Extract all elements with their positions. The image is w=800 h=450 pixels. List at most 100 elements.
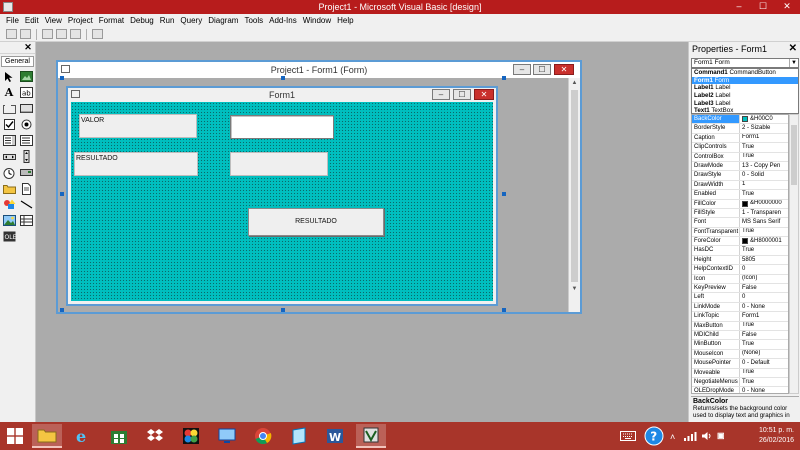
resize-handle[interactable] xyxy=(60,76,64,80)
checkbox-tool-icon[interactable] xyxy=(2,118,16,131)
label-resultado[interactable]: RESULTADO xyxy=(74,152,198,176)
property-value[interactable]: 1 xyxy=(740,181,788,189)
property-row-keypreview[interactable]: KeyPreview False xyxy=(692,284,788,294)
property-value[interactable]: False xyxy=(740,284,788,292)
menu-tools[interactable]: Tools xyxy=(241,16,266,25)
project-window-maximize-button[interactable]: ☐ xyxy=(533,64,551,75)
object-option-text1[interactable]: Text1 TextBox xyxy=(692,107,798,115)
drivelistbox-tool-icon[interactable] xyxy=(19,166,33,179)
ole-tool-icon[interactable]: OLE xyxy=(2,230,16,243)
property-row-borderstyle[interactable]: BorderStyle 2 - Sizable xyxy=(692,124,788,134)
property-row-mdichild[interactable]: MDIChild False xyxy=(692,330,788,341)
property-row-enabled[interactable]: Enabled True xyxy=(692,190,788,200)
resize-handle[interactable] xyxy=(60,192,64,196)
property-value[interactable]: 1 - Transparen xyxy=(740,209,788,217)
scroll-down-icon[interactable]: ▼ xyxy=(569,284,580,294)
menu-query[interactable]: Query xyxy=(177,16,205,25)
language-indicator[interactable]: ▣ xyxy=(717,431,725,440)
property-value[interactable]: True xyxy=(740,228,788,236)
comment-block-icon[interactable] xyxy=(70,29,81,39)
menu-edit[interactable]: Edit xyxy=(22,16,42,25)
taskbar-file-explorer[interactable] xyxy=(32,424,62,448)
close-button[interactable]: ✕ xyxy=(776,0,798,14)
property-row-mousepointer[interactable]: MousePointer 0 - Default xyxy=(692,359,788,369)
form1-client-area[interactable]: VALOR RESULTADO RESULTADO xyxy=(71,102,493,301)
menu-debug[interactable]: Debug xyxy=(127,16,157,25)
form1-close-button[interactable]: ✕ xyxy=(474,89,494,100)
taskbar-internet-explorer[interactable]: e xyxy=(68,424,98,448)
clock-date[interactable]: 26/02/2016 xyxy=(736,437,794,444)
property-row-height[interactable]: Height 5805 xyxy=(692,255,788,266)
property-row-mouseicon[interactable]: MouseIcon (None) xyxy=(692,349,788,360)
property-row-drawstyle[interactable]: DrawStyle 0 - Solid xyxy=(692,171,788,181)
taskbar-visual-basic[interactable] xyxy=(356,424,386,448)
scroll-thumb[interactable] xyxy=(571,90,578,282)
project-form-window[interactable]: Project1 - Form1 (Form) – ☐ ✕ Form1 – ☐ … xyxy=(56,60,582,314)
view-code-icon[interactable] xyxy=(20,29,31,39)
property-value[interactable]: 0 - None xyxy=(740,303,788,311)
property-value[interactable]: &H0000000 xyxy=(740,200,788,208)
resize-handle[interactable] xyxy=(60,308,64,312)
property-value[interactable]: True xyxy=(740,322,788,330)
menu-file[interactable]: File xyxy=(3,16,22,25)
property-value[interactable]: False xyxy=(740,331,788,339)
object-option-command1[interactable]: Command1 CommandButton xyxy=(692,69,798,77)
toggle-folders-icon[interactable] xyxy=(6,29,17,39)
property-row-drawmode[interactable]: DrawMode 13 - Copy Pen xyxy=(692,161,788,172)
taskbar-remote-desktop[interactable] xyxy=(212,424,242,448)
taskbar-store[interactable] xyxy=(104,424,134,448)
property-value[interactable]: 13 - Copy Pen xyxy=(740,162,788,170)
object-option-label1[interactable]: Label1 Label xyxy=(692,84,798,92)
property-row-controlbox[interactable]: ControlBox True xyxy=(692,152,788,162)
project-window-close-button[interactable]: ✕ xyxy=(554,64,574,75)
menu-run[interactable]: Run xyxy=(157,16,178,25)
property-value[interactable]: True xyxy=(740,378,788,386)
property-row-font[interactable]: Font MS Sans Serif xyxy=(692,218,788,228)
object-option-label2[interactable]: Label2 Label xyxy=(692,92,798,100)
object-selector[interactable]: Form1 Form ▼ xyxy=(691,58,799,68)
filelistbox-tool-icon[interactable] xyxy=(19,182,33,195)
property-value[interactable]: Form1 xyxy=(740,312,788,320)
property-row-negotiatemenus[interactable]: NegotiateMenus True xyxy=(692,377,788,388)
shape-tool-icon[interactable] xyxy=(2,198,16,211)
resize-handle[interactable] xyxy=(502,192,506,196)
property-row-forecolor[interactable]: ForeColor &H8000001 xyxy=(692,237,788,247)
optionbutton-tool-icon[interactable] xyxy=(19,118,33,131)
label-tool-icon[interactable]: A xyxy=(2,86,16,99)
clock-time[interactable]: 10:51 p. m. xyxy=(736,427,794,434)
menu-help[interactable]: Help xyxy=(334,16,356,25)
toolbox-tab-general[interactable]: General xyxy=(1,56,34,67)
frame-tool-icon[interactable] xyxy=(2,102,16,115)
property-value[interactable]: &H8000001 xyxy=(740,237,788,245)
property-row-clipcontrols[interactable]: ClipControls True xyxy=(692,143,788,153)
form1-titlebar[interactable]: Form1 – ☐ ✕ xyxy=(68,88,496,102)
minimize-button[interactable]: – xyxy=(728,0,750,14)
lock-controls-icon[interactable] xyxy=(92,29,103,39)
property-value[interactable]: 0 - None xyxy=(740,387,788,393)
property-value[interactable]: &H00C0 xyxy=(740,115,788,123)
scroll-up-icon[interactable]: ▲ xyxy=(569,78,580,88)
vscrollbar-tool-icon[interactable] xyxy=(19,150,33,163)
form1-designer[interactable]: Form1 – ☐ ✕ VALOR RESULTADO RESULTADO xyxy=(66,86,498,306)
form1-maximize-button[interactable]: ☐ xyxy=(453,89,471,100)
form1-minimize-button[interactable]: – xyxy=(432,89,450,100)
property-value[interactable]: 0 - Solid xyxy=(740,171,788,179)
network-icon[interactable] xyxy=(683,431,697,443)
taskbar-color-app[interactable] xyxy=(176,424,206,448)
taskbar-dropbox[interactable] xyxy=(140,424,170,448)
property-row-linkmode[interactable]: LinkMode 0 - None xyxy=(692,302,788,313)
taskbar-word[interactable]: W xyxy=(320,424,350,448)
resize-handle[interactable] xyxy=(502,308,506,312)
timer-tool-icon[interactable] xyxy=(2,166,16,179)
property-value[interactable]: Form1 xyxy=(740,134,788,142)
combobox-tool-icon[interactable] xyxy=(2,134,16,147)
picturebox-tool-icon[interactable] xyxy=(19,70,33,83)
maximize-button[interactable]: ☐ xyxy=(752,0,774,14)
commandbutton-tool-icon[interactable] xyxy=(19,102,33,115)
line-tool-icon[interactable] xyxy=(19,198,33,211)
project-window-minimize-button[interactable]: – xyxy=(513,64,531,75)
resultado-button[interactable]: RESULTADO xyxy=(248,208,384,236)
resize-handle[interactable] xyxy=(502,76,506,80)
pointer-tool-icon[interactable] xyxy=(2,70,16,83)
property-value[interactable]: True xyxy=(740,190,788,198)
